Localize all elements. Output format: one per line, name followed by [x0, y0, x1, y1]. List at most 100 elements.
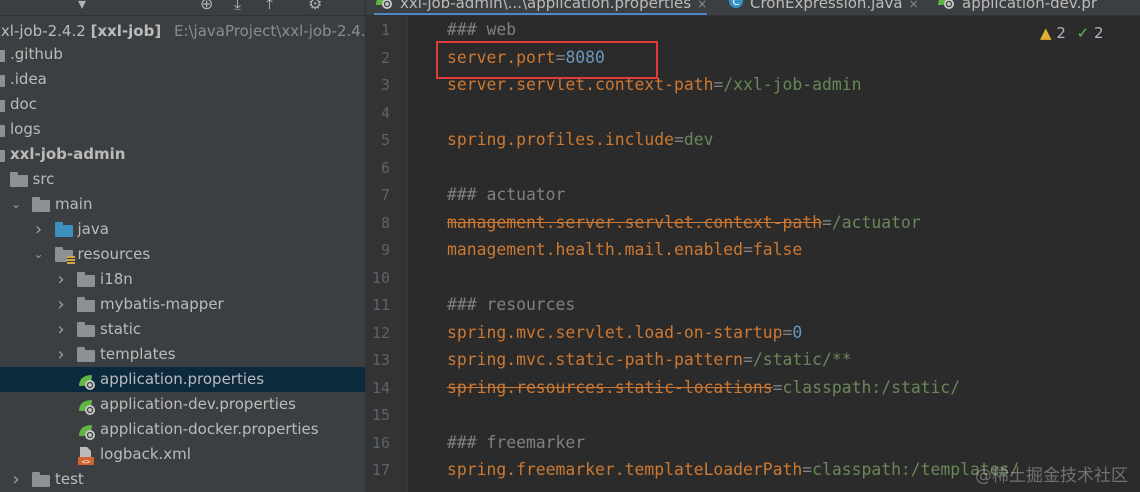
- tree-item[interactable]: doc: [0, 92, 365, 117]
- equals-sign: =: [743, 240, 753, 259]
- tree-item[interactable]: › mybatis-mapper: [0, 292, 365, 317]
- expand-all-icon[interactable]: ⤓: [234, 0, 241, 14]
- tree-item-label: logs: [10, 120, 41, 138]
- editor-tab[interactable]: application-dev.pr: [936, 0, 1097, 13]
- tree-item-label: i18n: [100, 270, 133, 288]
- tree-item[interactable]: logs: [0, 117, 365, 142]
- line-number: 8: [380, 213, 390, 232]
- spring-properties-icon: [77, 373, 95, 390]
- spring-properties-icon: [936, 0, 956, 14]
- gear-icon[interactable]: ⚙: [308, 0, 322, 13]
- property-value: /xxl-job-admin: [723, 75, 862, 94]
- property-value: /actuator: [831, 212, 921, 232]
- line-number: 5: [380, 131, 390, 149]
- code-line[interactable]: spring.mvc.servlet.load-on-startup=0: [447, 323, 802, 343]
- svg-text:C: C: [733, 0, 740, 8]
- line-number: 14: [371, 378, 390, 397]
- property-key: spring.resources.static-locations: [447, 377, 773, 397]
- code-line[interactable]: ### actuator: [447, 185, 565, 205]
- tree-item-label: application.properties: [100, 370, 265, 388]
- tree-item[interactable]: .idea: [0, 67, 365, 92]
- equals-sign: =: [782, 322, 793, 342]
- chevron-right-icon[interactable]: ›: [54, 342, 68, 367]
- equals-sign: =: [673, 130, 684, 149]
- tree-item[interactable]: ⌄ resources: [0, 242, 365, 267]
- code-line[interactable]: ### freemarker: [447, 433, 585, 453]
- chevron-right-icon[interactable]: ›: [9, 467, 23, 492]
- tree-item-label: resources: [77, 245, 151, 263]
- comment: ### web: [447, 20, 517, 39]
- line-gutter: 1 2 3 4 5 6 7 8 9 10 11 12 13 14 15 16 17: [366, 16, 408, 492]
- project-toolbar: ▾ ⊕ ⤓ ⤒ ⚙: [0, 0, 365, 16]
- inspection-widget[interactable]: ▲ 2 ✓ 2: [1040, 24, 1104, 42]
- code-line[interactable]: spring.freemarker.templateLoaderPath=cla…: [447, 460, 1019, 480]
- tree-item[interactable]: application.properties: [0, 367, 365, 392]
- code-line[interactable]: spring.profiles.include=dev: [447, 130, 713, 150]
- line-number: 6: [380, 158, 390, 177]
- warning-count: 2: [1056, 24, 1066, 42]
- tab-label: xxl-job-admin\...\application.properties: [400, 0, 692, 12]
- collapse-all-icon[interactable]: ⤒: [266, 0, 273, 14]
- tree-item[interactable]: › static: [0, 317, 365, 342]
- code-line[interactable]: management.server.servlet.context-path=/…: [447, 213, 921, 233]
- highlight-annotation-box: [436, 41, 658, 79]
- folder-icon: [0, 125, 5, 137]
- line-number: 15: [371, 406, 390, 424]
- folder-icon: [77, 322, 95, 337]
- chevron-right-icon[interactable]: ›: [32, 217, 46, 242]
- tree-item-label: .github: [10, 45, 63, 63]
- editor-tab[interactable]: C CronExpression.java ×: [728, 0, 919, 13]
- code-line[interactable]: spring.resources.static-locations=classp…: [447, 378, 960, 398]
- line-number: 3: [380, 76, 390, 94]
- tree-item[interactable]: ⌄ main: [0, 192, 365, 217]
- chevron-right-icon[interactable]: ›: [54, 317, 68, 342]
- chevron-down-icon[interactable]: ⌄: [9, 192, 23, 217]
- tree-item[interactable]: .github: [0, 42, 365, 67]
- folder-icon: [0, 100, 5, 112]
- property-key: spring.freemarker.templateLoaderPath: [447, 460, 803, 479]
- folder-icon: [77, 297, 95, 312]
- locate-icon[interactable]: ⊕: [200, 0, 213, 13]
- tree-item[interactable]: xxl-job-admin: [0, 142, 365, 167]
- tree-item-label: application-docker.properties: [100, 420, 319, 438]
- tree-item-label: .idea: [10, 70, 47, 88]
- tree-item-label: xxl-job-admin: [10, 145, 126, 163]
- chevron-right-icon[interactable]: ›: [54, 292, 68, 317]
- folder-icon: [32, 197, 50, 212]
- weak-warning-icon: ✓: [1076, 24, 1090, 42]
- code-line[interactable]: management.health.mail.enabled=false: [447, 240, 802, 260]
- editor-tab[interactable]: xxl-job-admin\...\application.properties…: [374, 0, 708, 15]
- code-line[interactable]: ### web: [447, 20, 516, 40]
- tree-item[interactable]: src: [0, 167, 365, 192]
- property-value: classpath:/static/: [782, 377, 961, 397]
- tree-item-label: application-dev.properties: [100, 395, 296, 413]
- line-number: 16: [371, 433, 390, 452]
- tree-item-label: java: [77, 220, 109, 238]
- tree-item[interactable]: › templates: [0, 342, 365, 367]
- tree-item[interactable]: › i18n: [0, 267, 365, 292]
- project-root[interactable]: xxl-job-2.4.2 [xxl-job] E:\javaProject\x…: [0, 19, 365, 43]
- tree-item[interactable]: › java: [0, 217, 365, 242]
- tree-item[interactable]: application-dev.properties: [0, 392, 365, 417]
- tree-item[interactable]: application-docker.properties: [0, 417, 365, 442]
- line-number: 17: [371, 461, 390, 479]
- source-folder-icon: [54, 222, 73, 237]
- module-folder-icon: [0, 150, 5, 162]
- tree-item-label: src: [32, 170, 55, 188]
- property-value: false: [752, 240, 803, 259]
- tree-item[interactable]: <> logback.xml: [0, 442, 365, 467]
- close-tab-icon[interactable]: ×: [909, 0, 919, 11]
- tree-item[interactable]: › test: [0, 467, 365, 492]
- line-number: 13: [371, 351, 390, 369]
- chevron-right-icon[interactable]: ›: [54, 267, 68, 292]
- chevron-down-icon[interactable]: ⌄: [32, 242, 46, 267]
- dropdown-icon[interactable]: ▾: [78, 0, 86, 13]
- svg-text:<>: <>: [82, 458, 90, 465]
- close-tab-icon[interactable]: ×: [697, 0, 707, 11]
- folder-icon: [77, 347, 95, 362]
- resources-folder-icon: [54, 247, 75, 265]
- project-tool-window: ▾ ⊕ ⤓ ⤒ ⚙ xxl-job-2.4.2 [xxl-job] E:\jav…: [0, 0, 366, 492]
- property-key: spring.mvc.static-path-pattern: [447, 350, 744, 369]
- code-line[interactable]: ### resources: [447, 295, 575, 315]
- code-line[interactable]: spring.mvc.static-path-pattern=/static/*…: [447, 350, 852, 370]
